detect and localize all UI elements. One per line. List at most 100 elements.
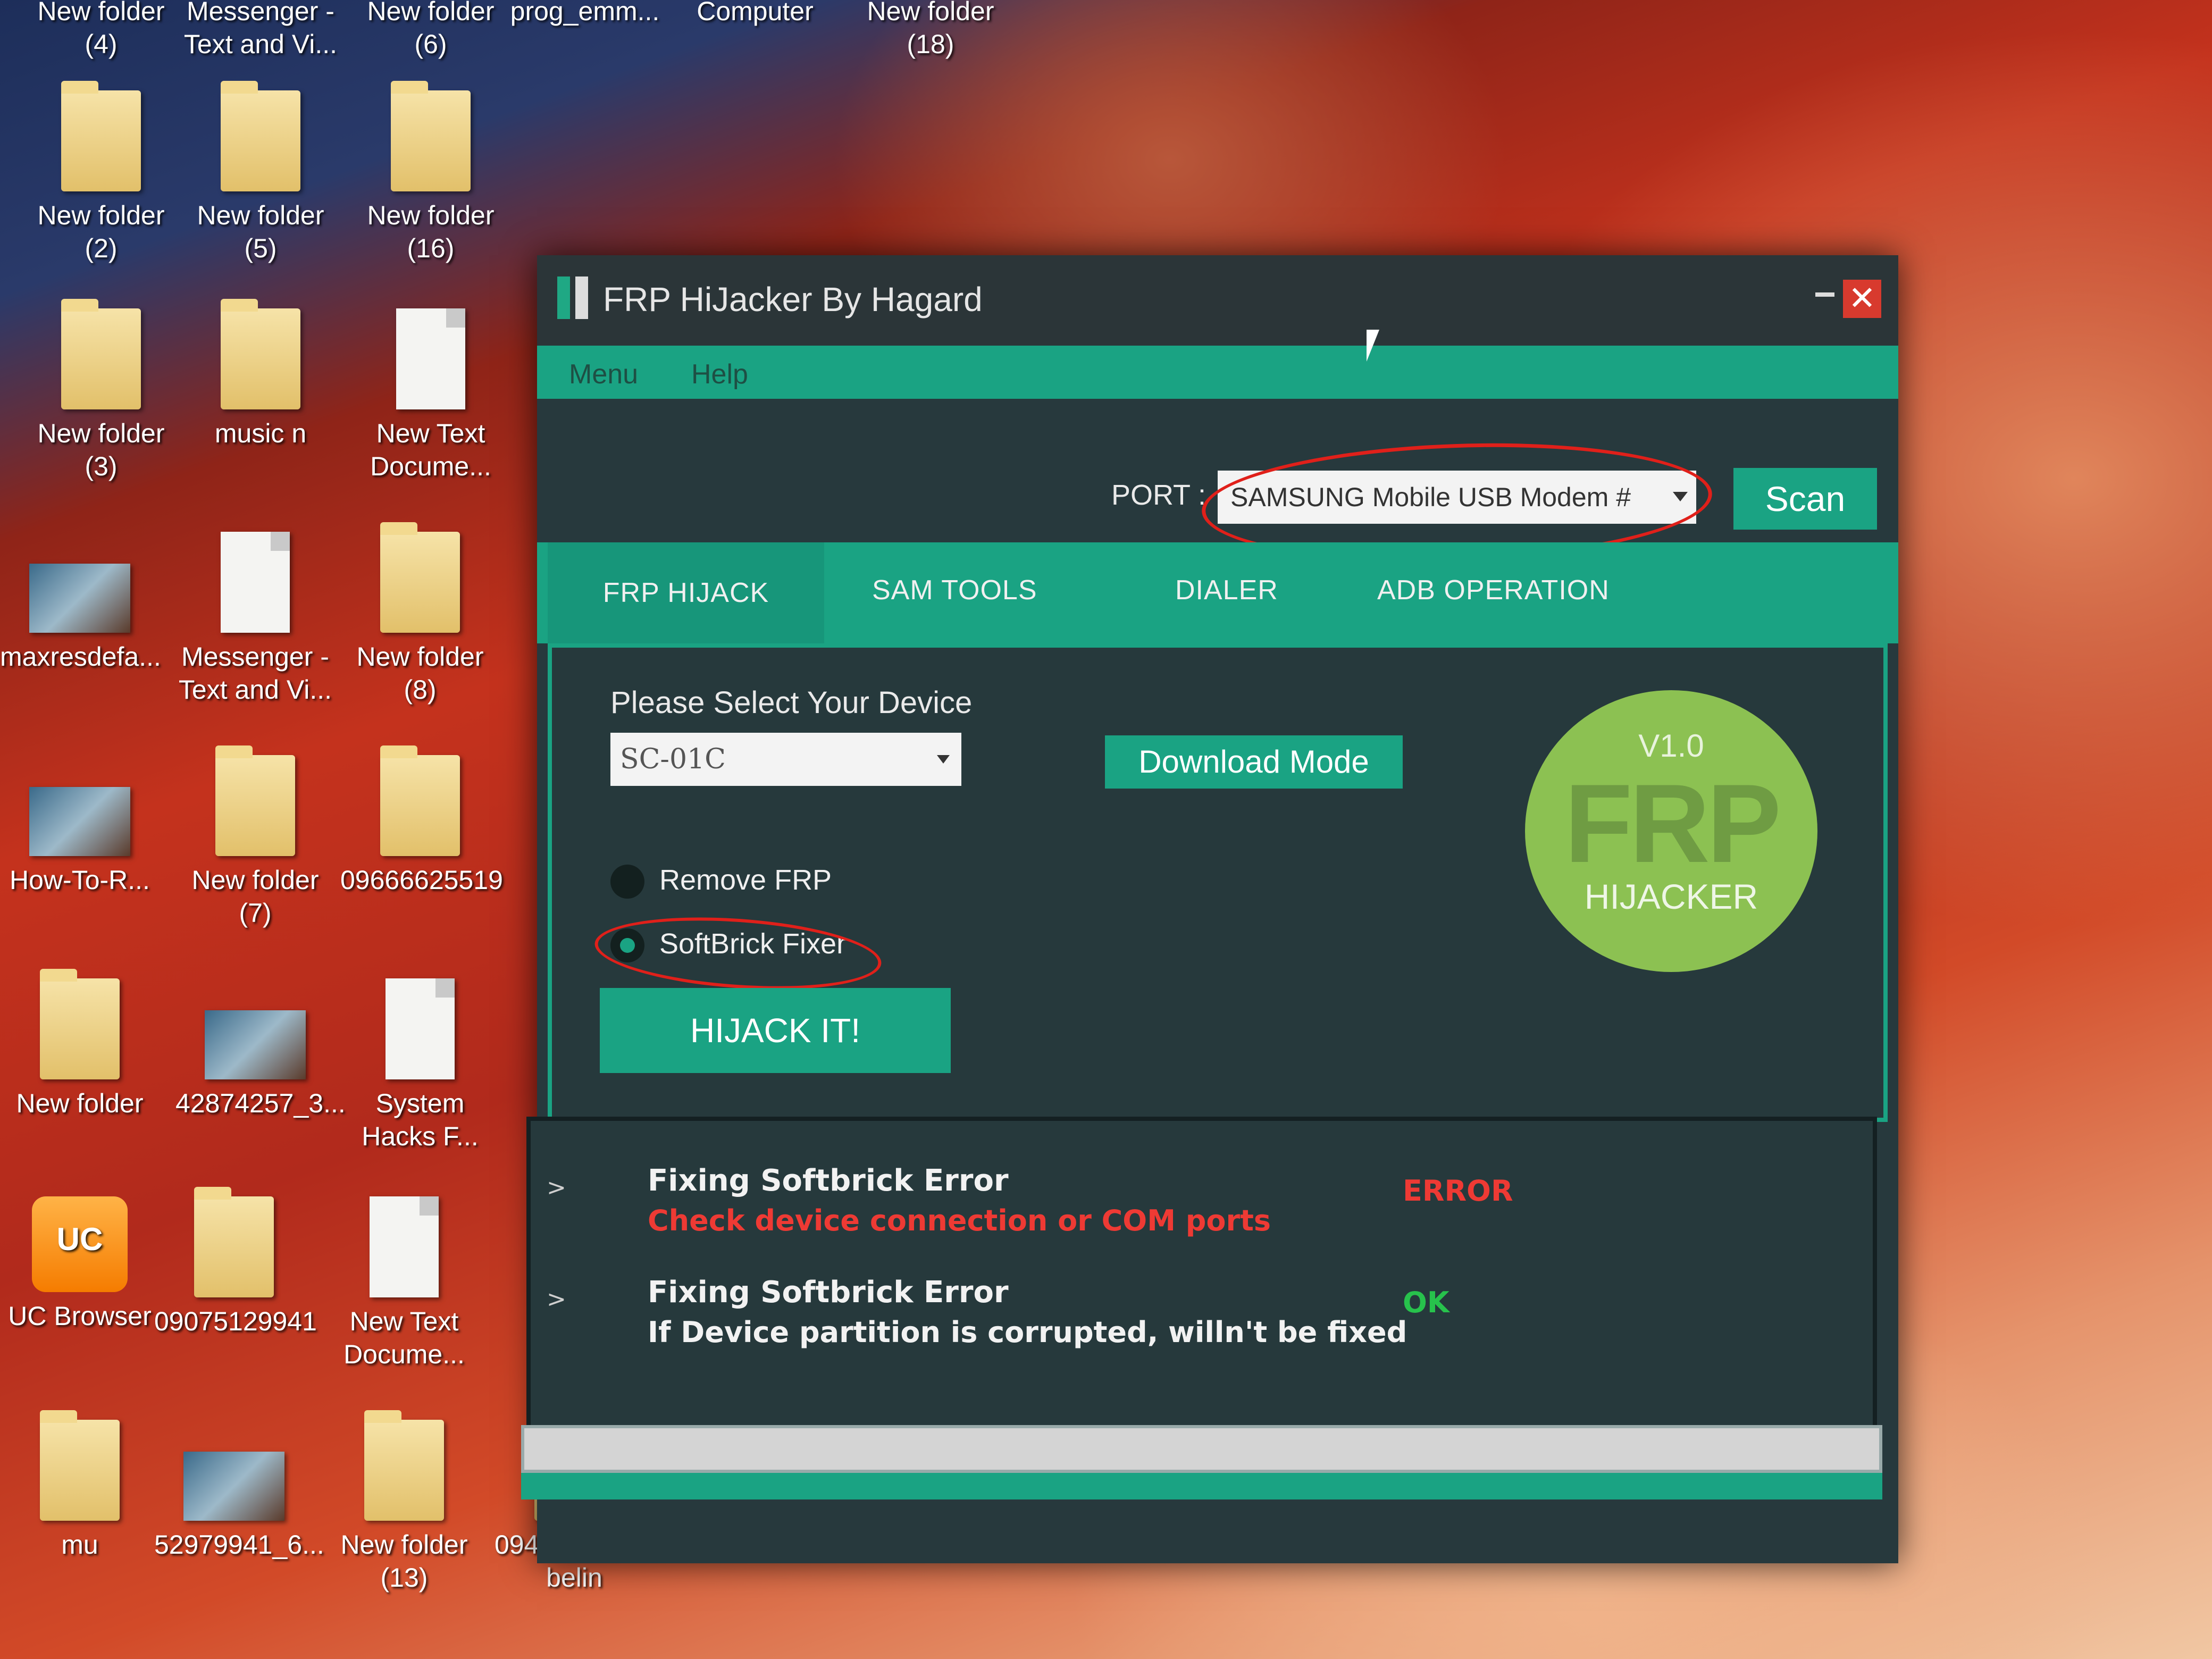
log-status: OK (1403, 1286, 1449, 1319)
log-arrow: > (547, 1174, 566, 1201)
device-dropdown[interactable]: SC-01C (610, 733, 961, 786)
desktop-icon-label: New folder (8) (356, 642, 484, 705)
folder-icon (215, 745, 295, 856)
doc-icon (386, 978, 455, 1079)
desktop-icon[interactable]: 09075129941 (154, 1187, 317, 1338)
desktop-icon[interactable]: New folder (8) (340, 522, 500, 706)
desktop-icon-label: maxresdefa... (0, 642, 161, 672)
tab-frp-hijack[interactable]: FRP HIJACK (548, 542, 824, 643)
close-button[interactable]: ✕ (1843, 280, 1881, 318)
image-icon (29, 787, 130, 856)
desktop-icon[interactable]: Computer (675, 0, 835, 28)
desktop-icon[interactable]: mu (0, 1410, 160, 1561)
hijack-button[interactable]: HIJACK IT! (600, 988, 951, 1073)
desktop-icon-label: New Text Docume... (370, 418, 491, 481)
image-icon (183, 1452, 284, 1521)
desktop-icon[interactable]: music n (181, 299, 340, 450)
desktop-icon-label: 42874257_3... (175, 1088, 346, 1118)
desktop-icon-label: New folder (18) (867, 0, 994, 59)
desktop-icon-label: New folder (6) (367, 0, 495, 59)
menu-item-menu[interactable]: Menu (569, 358, 638, 390)
tab-adb-operation[interactable]: ADB OPERATION (1377, 574, 1610, 606)
radio-label: Remove FRP (659, 864, 832, 896)
folder-icon (221, 81, 300, 191)
progress-bar (521, 1425, 1882, 1473)
device-value: SC-01C (620, 743, 726, 775)
desktop-icon[interactable]: UC Browser (0, 1196, 160, 1333)
desktop-icon[interactable]: 09666625519 (340, 745, 503, 896)
desktop-icon[interactable]: New folder (7) (175, 745, 335, 929)
desktop-icon[interactable]: How-To-R... (0, 755, 160, 896)
frp-hijacker-window: FRP HiJacker By Hagard ✕ Menu Help PORT … (521, 255, 1898, 1563)
annotation-circle (592, 909, 884, 998)
desktop-icon-label: Messenger - Text and Vi... (183, 0, 338, 59)
desktop-icon-label: UC Browser (8, 1301, 152, 1331)
desktop-icon[interactable]: prog_emm... (505, 0, 665, 28)
folder-icon (61, 299, 141, 409)
doc-icon (396, 308, 465, 409)
desktop-icon[interactable]: New folder (18) (851, 0, 1010, 61)
log-detail: If Device partition is corrupted, willn'… (648, 1316, 1407, 1349)
log-arrow: > (547, 1286, 566, 1313)
desktop-icon-label: 09666625519 (340, 865, 503, 895)
desktop-icon-label: 09075129941 (154, 1306, 317, 1336)
desktop-icon[interactable]: New folder (3) (21, 299, 181, 483)
version-badge: V1.0 FRP HIJACKER (1525, 690, 1817, 972)
tab-dialer[interactable]: DIALER (1175, 574, 1278, 606)
app-icon (32, 1196, 128, 1292)
desktop-icon[interactable]: Messenger - Text and Vi... (175, 532, 335, 706)
tab-sam-tools[interactable]: SAM TOOLS (872, 574, 1037, 606)
desktop-icon[interactable]: New folder (2) (21, 81, 181, 265)
desktop-icon-label: System Hacks F... (362, 1088, 479, 1151)
log-status: ERROR (1403, 1174, 1513, 1208)
folder-icon (380, 745, 460, 856)
desktop-icon[interactable]: maxresdefa... (0, 532, 161, 673)
radio-button[interactable] (610, 865, 644, 899)
desktop-icon[interactable]: New folder (0, 969, 160, 1120)
folder-icon (194, 1187, 274, 1297)
desktop-icon-label: Messenger - Text and Vi... (178, 642, 332, 705)
title-bar[interactable]: FRP HiJacker By Hagard ✕ (537, 255, 1898, 346)
desktop-icon-label: New folder (16, 1088, 144, 1118)
log-entry: > Fixing Softbrick Error If Device parti… (531, 1275, 1860, 1392)
desktop-icon[interactable]: New folder (16) (351, 81, 510, 265)
badge-version: V1.0 (1638, 728, 1704, 764)
doc-icon (370, 1196, 439, 1297)
desktop-icon-label: Computer (697, 0, 814, 26)
log-title: Fixing Softbrick Error (648, 1163, 1009, 1198)
log-panel: > Fixing Softbrick Error Check device co… (526, 1117, 1877, 1430)
desktop-icon[interactable]: New folder (13) (324, 1410, 484, 1594)
log-detail: Check device connection or COM ports (648, 1204, 1271, 1237)
desktop-icon[interactable]: 52979941_6... (154, 1420, 324, 1561)
folder-icon (40, 969, 120, 1079)
folder-icon (221, 299, 300, 409)
download-mode-button[interactable]: Download Mode (1105, 735, 1403, 789)
minimize-button[interactable] (1815, 292, 1834, 297)
desktop-icon-label: New folder (13) (340, 1530, 468, 1593)
desktop-icon-label: New folder (2) (37, 200, 165, 263)
desktop-icon-label: New Text Docume... (343, 1306, 465, 1369)
chevron-down-icon (937, 755, 950, 764)
menu-bar: Menu Help (537, 346, 1898, 399)
desktop-icon[interactable]: 42874257_3... (175, 978, 346, 1120)
desktop-icon[interactable]: New folder (4) (21, 0, 181, 61)
desktop-icon[interactable]: New Text Docume... (324, 1196, 484, 1371)
desktop-icon[interactable]: New Text Docume... (351, 308, 510, 483)
desktop-icon-label: music n (214, 418, 307, 448)
menu-item-help[interactable]: Help (691, 358, 748, 390)
folder-icon (364, 1410, 444, 1521)
desktop-icon[interactable]: System Hacks F... (340, 978, 500, 1153)
desktop-icon-label: prog_emm... (510, 0, 660, 26)
frp-hijack-panel: Please Select Your Device SC-01C Downloa… (548, 643, 1888, 1122)
badge-frp: FRP (1564, 761, 1781, 886)
window-title: FRP HiJacker By Hagard (603, 280, 983, 319)
desktop-icon[interactable]: New folder (6) (351, 0, 510, 61)
desktop-icon[interactable]: Messenger - Text and Vi... (181, 0, 340, 61)
desktop-icon[interactable]: New folder (5) (181, 81, 340, 265)
scan-button[interactable]: Scan (1733, 468, 1877, 530)
port-label: PORT : (1111, 479, 1206, 511)
badge-hijacker: HIJACKER (1584, 877, 1758, 916)
image-icon (29, 564, 130, 633)
desktop-icon-label: 52979941_6... (154, 1530, 324, 1560)
doc-icon (221, 532, 290, 633)
